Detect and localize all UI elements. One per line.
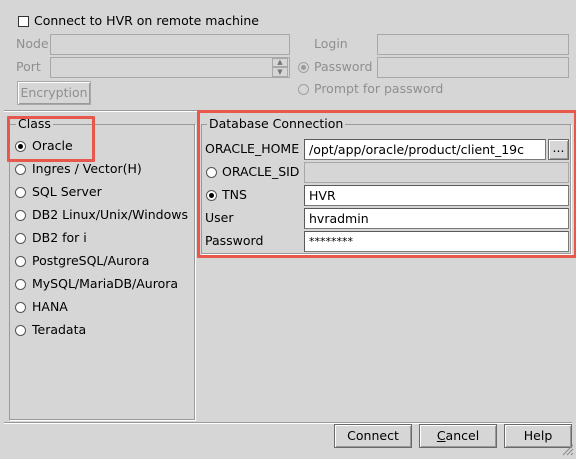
spin-up-icon[interactable]: ▲ [272,58,288,67]
connect-button[interactable]: Connect [334,424,412,448]
class-teradata-radio[interactable] [15,325,26,336]
class-highlight-box [7,116,95,162]
login-input[interactable] [377,34,569,55]
cancel-button-label: Cancel [436,428,480,443]
port-input[interactable] [50,57,290,78]
cancel-button[interactable]: Cancel [419,424,497,448]
window-edge [576,0,580,459]
node-input[interactable] [50,34,290,55]
bottom-divider [4,422,572,423]
class-hana-radio[interactable] [15,302,26,313]
class-option-label: DB2 Linux/Unix/Windows [32,207,188,222]
spin-down-icon[interactable]: ▼ [272,67,288,77]
class-option-label: MySQL/MariaDB/Aurora [32,276,179,291]
resize-grip-icon[interactable] [562,444,574,456]
remote-password-input[interactable] [377,57,569,78]
class-option-label: PostgreSQL/Aurora [32,253,150,268]
login-label: Login [314,36,348,51]
password-radio-label: Password [314,59,373,74]
class-postgresql-radio[interactable] [15,256,26,267]
port-label: Port [16,59,41,74]
prompt-password-radio[interactable] [298,84,309,95]
class-option-label: HANA [32,299,68,314]
connect-remote-checkbox[interactable] [18,16,29,27]
class-option-label: SQL Server [32,184,102,199]
class-ingres-radio[interactable] [15,164,26,175]
class-db2i-radio[interactable] [15,233,26,244]
port-spinner[interactable]: ▲ ▼ [272,58,288,77]
class-db2luw-radio[interactable] [15,210,26,221]
password-radio[interactable] [298,62,309,73]
class-option-label: Ingres / Vector(H) [32,161,142,176]
class-option-label: DB2 for i [32,230,87,245]
class-sqlserver-radio[interactable] [15,187,26,198]
class-mysql-radio[interactable] [15,279,26,290]
connect-dialog: Connect to HVR on remote machine Node Po… [0,0,577,459]
connect-remote-label: Connect to HVR on remote machine [34,13,259,28]
db-connection-highlight-box [197,110,577,258]
node-label: Node [16,36,49,51]
prompt-password-label: Prompt for password [314,81,444,96]
encryption-button[interactable]: Encryption [17,81,91,105]
class-option-label: Teradata [32,322,87,337]
